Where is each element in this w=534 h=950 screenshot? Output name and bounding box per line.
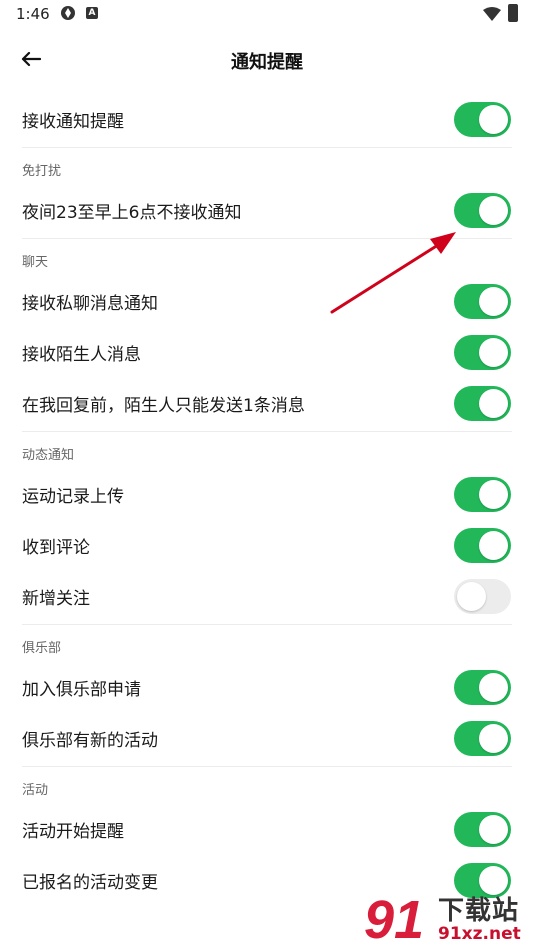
setting-row: 在我回复前，陌生人只能发送1条消息 [0, 378, 534, 429]
setting-toggle[interactable] [454, 721, 511, 756]
setting-label: 运动记录上传 [22, 487, 124, 507]
setting-row: 收到评论 [0, 520, 534, 571]
setting-label: 接收通知提醒 [22, 112, 124, 132]
setting-row: 接收私聊消息通知 [0, 276, 534, 327]
svg-text:91: 91 [364, 890, 424, 948]
app-notification-icon [61, 6, 75, 20]
status-bar: 1:46 A [0, 0, 534, 30]
toggle-knob [479, 287, 508, 316]
page-title: 通知提醒 [231, 52, 303, 73]
notification-badge-icon: A [86, 7, 98, 19]
site-logo-icon: 91 [364, 890, 424, 950]
setting-label: 活动开始提醒 [22, 822, 124, 842]
setting-row: 运动记录上传 [0, 469, 534, 520]
setting-toggle[interactable] [454, 386, 511, 421]
setting-row: 加入俱乐部申请 [0, 662, 534, 713]
section-header: 活动 [22, 783, 49, 798]
section-header: 俱乐部 [22, 641, 62, 656]
setting-label: 夜间23至早上6点不接收通知 [22, 203, 242, 223]
setting-label: 接收私聊消息通知 [22, 294, 158, 314]
setting-toggle[interactable] [454, 670, 511, 705]
watermark-text: 下载站 [438, 896, 520, 926]
setting-label: 收到评论 [22, 538, 90, 558]
setting-row: 活动开始提醒 [0, 804, 534, 855]
toggle-knob [479, 196, 508, 225]
watermark-url: 91xz.net [438, 924, 521, 944]
setting-label: 已报名的活动变更 [22, 873, 158, 893]
toggle-knob [457, 582, 486, 611]
status-time: 1:46 [16, 5, 50, 23]
toggle-knob [479, 724, 508, 753]
settings-list: 接收通知提醒免打扰夜间23至早上6点不接收通知聊天接收私聊消息通知 接收陌生人消息… [0, 94, 534, 906]
toggle-knob [479, 673, 508, 702]
setting-toggle[interactable] [454, 335, 511, 370]
app-header: 通知提醒 [0, 36, 534, 82]
toggle-knob [479, 338, 508, 367]
setting-row: 接收通知提醒 [0, 94, 534, 145]
setting-toggle[interactable] [454, 102, 511, 137]
setting-toggle[interactable] [454, 284, 511, 319]
site-watermark: 91 下载站 91xz.net [362, 888, 532, 950]
toggle-knob [479, 389, 508, 418]
wifi-icon [483, 7, 501, 21]
setting-toggle[interactable] [454, 193, 511, 228]
section-header: 聊天 [22, 255, 49, 270]
battery-icon [508, 4, 518, 22]
toggle-knob [479, 480, 508, 509]
setting-label: 新增关注 [22, 589, 90, 609]
toggle-knob [479, 105, 508, 134]
setting-toggle[interactable] [454, 528, 511, 563]
setting-toggle[interactable] [454, 579, 511, 614]
toggle-knob [479, 815, 508, 844]
setting-row: 夜间23至早上6点不接收通知 [0, 185, 534, 236]
setting-row: 新增关注 [0, 571, 534, 622]
setting-row: 俱乐部有新的活动 [0, 713, 534, 764]
section-header: 动态通知 [22, 448, 75, 463]
section-header: 免打扰 [22, 164, 62, 179]
setting-label: 在我回复前，陌生人只能发送1条消息 [22, 396, 305, 416]
setting-label: 俱乐部有新的活动 [22, 731, 158, 751]
setting-toggle[interactable] [454, 477, 511, 512]
setting-label: 加入俱乐部申请 [22, 680, 141, 700]
setting-row: 接收陌生人消息 [0, 327, 534, 378]
setting-toggle[interactable] [454, 812, 511, 847]
setting-label: 接收陌生人消息 [22, 345, 141, 365]
toggle-knob [479, 531, 508, 560]
